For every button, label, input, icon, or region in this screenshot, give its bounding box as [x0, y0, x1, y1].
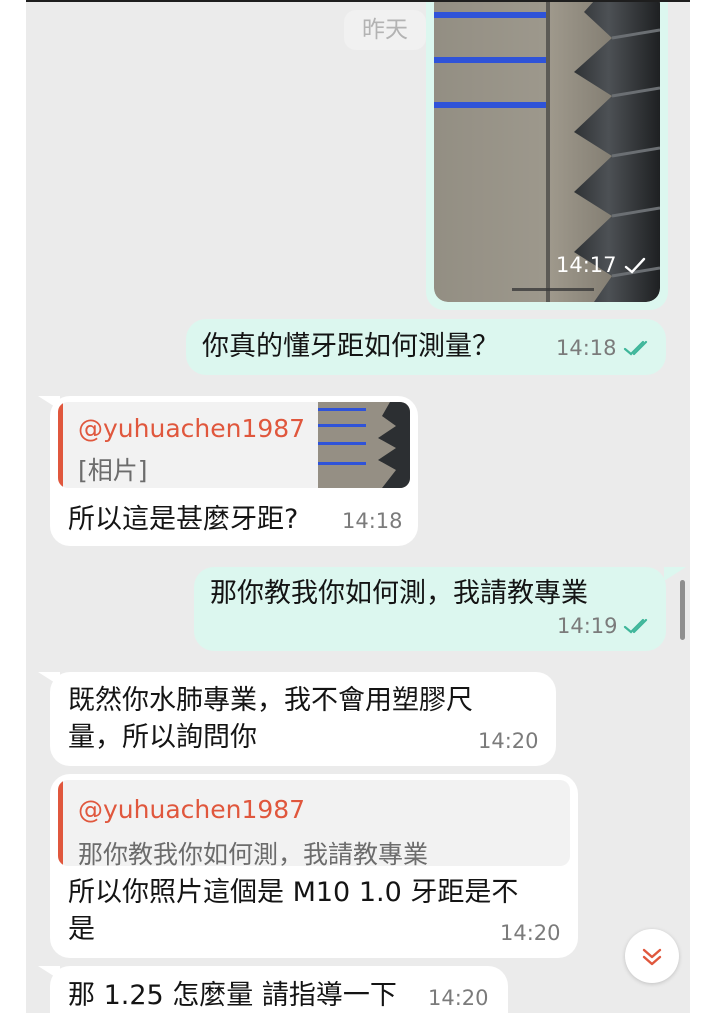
- quote-accent-bar: [58, 402, 63, 488]
- message-text: 那你教我你如何測，我請教專業: [210, 578, 588, 609]
- message-time: 14:17: [556, 253, 617, 277]
- reply-quote[interactable]: @yuhuachen1987 [相片]: [58, 402, 410, 488]
- double-check-icon: [623, 340, 648, 356]
- quote-preview: [相片]: [78, 456, 148, 485]
- single-check-icon: [624, 257, 646, 274]
- message-time: 14:18: [342, 509, 403, 533]
- message-text: 你真的懂牙距如何測量？: [202, 331, 499, 362]
- quote-preview: 那你教我你如何測，我請教專業: [78, 840, 429, 866]
- message-text-line: 所以你照片這個是 M10 1.0 牙距是不: [68, 877, 519, 908]
- message-time: 14:19: [557, 614, 618, 638]
- reply-quote[interactable]: @yuhuachen1987 那你教我你如何測，我請教專業: [58, 780, 570, 866]
- outgoing-message[interactable]: 你真的懂牙距如何測量？ 14:18: [186, 319, 666, 375]
- quote-thumbnail: [318, 402, 410, 488]
- message-text-line: 既然你水肺專業，我不會用塑膠尺: [68, 685, 473, 716]
- double-check-icon: [623, 618, 648, 634]
- date-separator: 昨天: [344, 10, 426, 50]
- double-chevron-down-icon: [642, 948, 662, 966]
- message-text-line: 量，所以詢問你: [68, 722, 257, 753]
- message-time: 14:20: [500, 921, 561, 945]
- incoming-message[interactable]: 既然你水肺專業，我不會用塑膠尺 量，所以詢問你 14:20: [50, 672, 556, 766]
- incoming-message[interactable]: @yuhuachen1987 那你教我你如何測，我請教專業 所以你照片這個是 M…: [50, 774, 578, 958]
- message-text: 那 1.25 怎麼量 請指導一下: [68, 980, 397, 1011]
- incoming-message[interactable]: @yuhuachen1987 [相片] 所以這是甚麼牙距? 14:18: [50, 396, 418, 546]
- outgoing-message[interactable]: 那你教我你如何測，我請教專業 14:19: [194, 567, 666, 651]
- incoming-message[interactable]: 那 1.25 怎麼量 請指導一下 14:20: [50, 966, 508, 1013]
- message-time: 14:20: [478, 729, 539, 753]
- scrollbar-thumb[interactable]: [680, 580, 685, 640]
- chat-area[interactable]: 14:17 你真的懂牙距如何測量？ 14:18 @yuhuachen1987 […: [26, 0, 690, 1013]
- scroll-to-bottom-button[interactable]: [625, 929, 679, 983]
- message-text: 所以這是甚麼牙距?: [68, 504, 299, 535]
- quote-accent-bar: [58, 780, 63, 866]
- message-text-line: 是: [68, 914, 95, 945]
- message-time: 14:18: [556, 336, 617, 360]
- quote-author: @yuhuachen1987: [78, 795, 306, 824]
- quote-author: @yuhuachen1987: [78, 414, 306, 443]
- photo-message[interactable]: 14:17: [426, 2, 668, 310]
- message-time: 14:20: [428, 986, 489, 1010]
